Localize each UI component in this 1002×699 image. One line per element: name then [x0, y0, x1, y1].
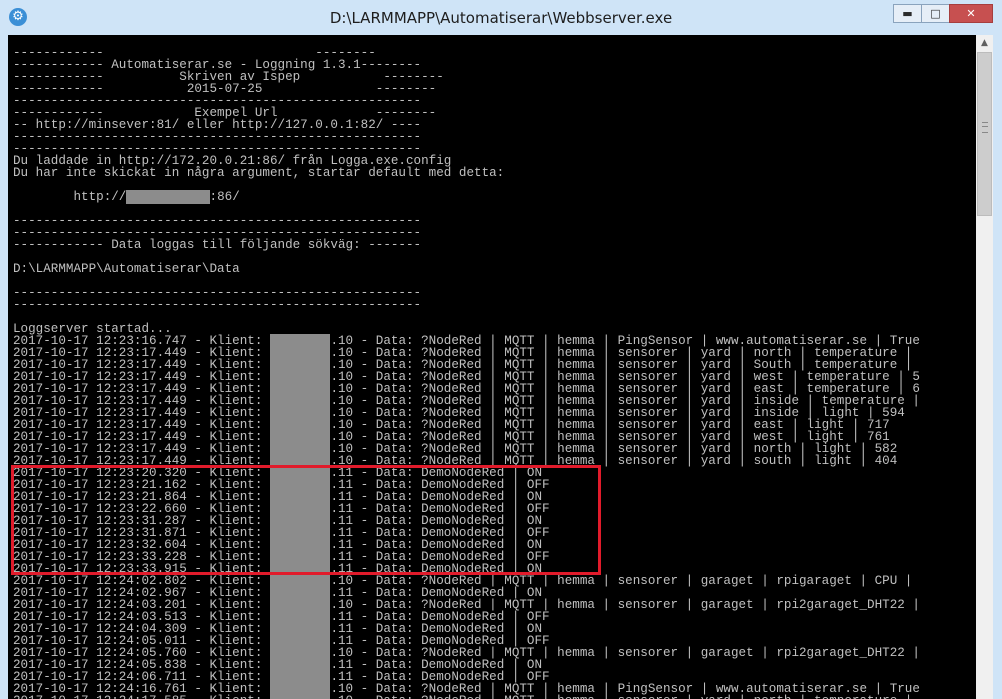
- maximize-button[interactable]: □: [921, 4, 950, 23]
- console-line: D:\LARMMAPP\Automatiserar\Data: [13, 262, 240, 276]
- console-line: ----------------------------------------…: [13, 298, 422, 312]
- console-output[interactable]: ------------ -------- ------------ Automa…: [8, 35, 976, 699]
- console-line: ------------ Data loggas till följande s…: [13, 238, 422, 252]
- minimize-button[interactable]: ▬: [893, 4, 922, 23]
- console-line: 2017-10-17 12:24:17.585 - Klient: .10 - …: [13, 694, 976, 699]
- redacted-ip: [126, 190, 210, 204]
- console-window: ⚙ D:\LARMMAPP\Automatiserar\Webbserver.e…: [0, 0, 1002, 699]
- scroll-thumb[interactable]: [977, 52, 992, 216]
- window-frame-right: [993, 35, 1002, 699]
- redacted-ip: [269, 694, 331, 699]
- grip-icon: [982, 122, 988, 133]
- window-title: D:\LARMMAPP\Automatiserar\Webbserver.exe: [329, 9, 673, 27]
- scroll-up-arrow-icon[interactable]: ▲: [976, 35, 993, 52]
- vertical-scrollbar[interactable]: ▲: [976, 35, 993, 699]
- console-text: ------------ -------- ------------ Automa…: [8, 35, 976, 699]
- console-line: http:// :86/: [13, 190, 240, 204]
- close-button[interactable]: ✕: [949, 4, 993, 23]
- console-line: Du har inte skickat in några argument, s…: [13, 166, 505, 180]
- title-bar[interactable]: ⚙ D:\LARMMAPP\Automatiserar\Webbserver.e…: [0, 0, 1002, 35]
